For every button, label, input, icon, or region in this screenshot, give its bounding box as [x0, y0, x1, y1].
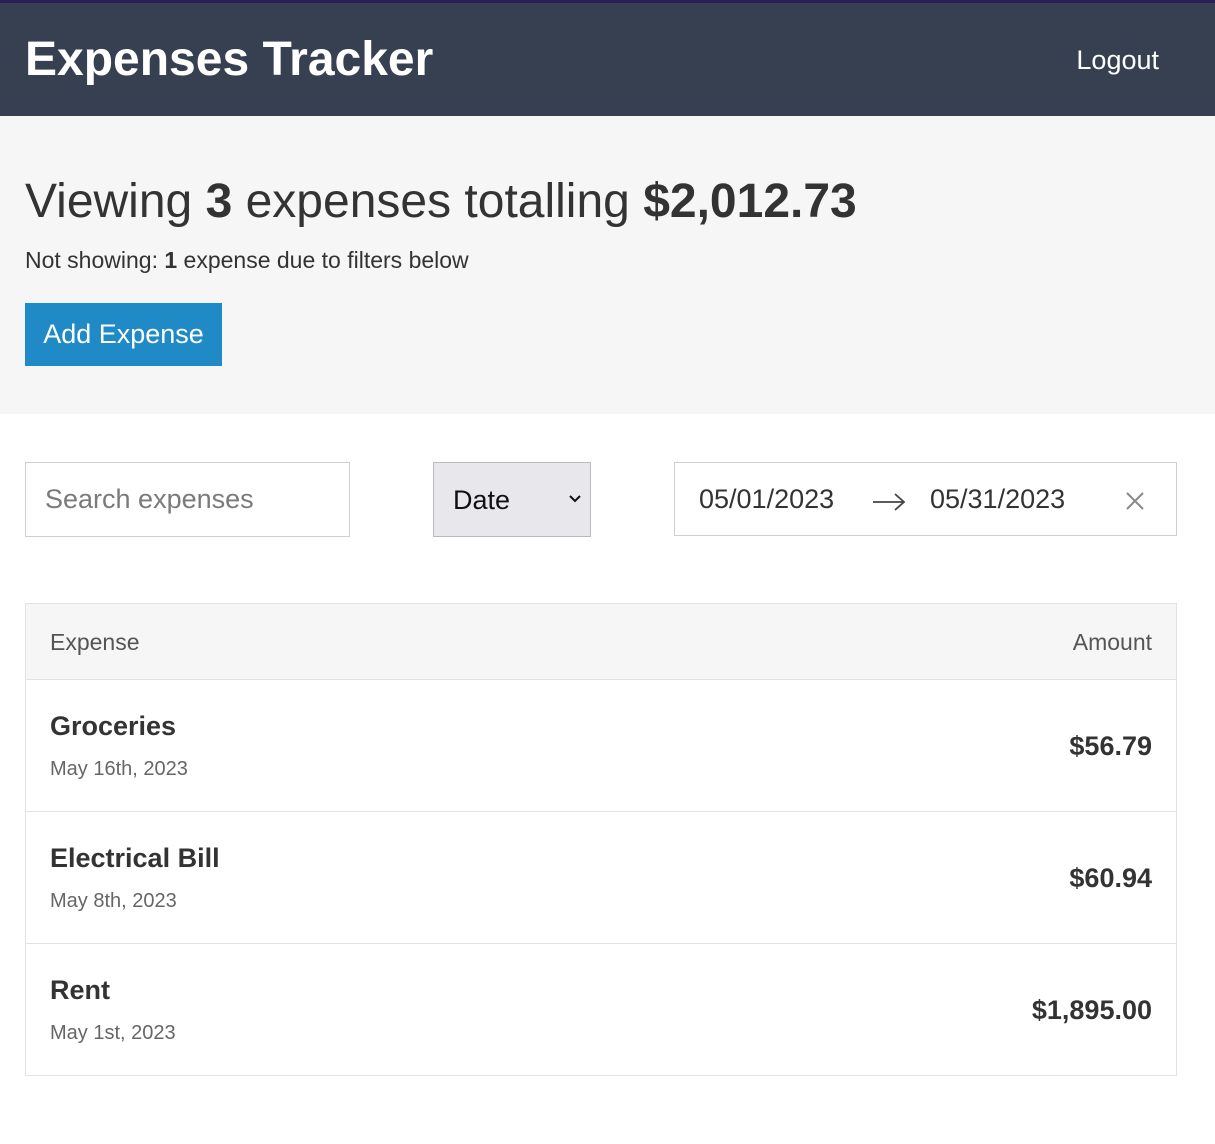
column-header-expense: Expense — [50, 629, 140, 655]
date-end-input[interactable]: 05/31/2023 — [930, 483, 1065, 515]
filter-notice: Not showing: 1 expense due to filters be… — [25, 245, 469, 275]
table-row[interactable]: Rent May 1st, 2023 $1,895.00 — [26, 944, 1176, 1076]
add-expense-button[interactable]: Add Expense — [25, 303, 222, 366]
logout-link[interactable]: Logout — [1076, 43, 1159, 77]
chevron-down-icon — [569, 495, 581, 503]
expense-name: Electrical Bill — [50, 843, 220, 873]
expense-date: May 8th, 2023 — [50, 890, 177, 912]
summary-panel: Viewing 3 expenses totalling $2,012.73 N… — [0, 116, 1215, 414]
expense-total: $2,012.73 — [643, 175, 857, 228]
search-input[interactable] — [25, 462, 350, 537]
expense-date: May 16th, 2023 — [50, 758, 188, 780]
expenses-table: Expense Amount Groceries May 16th, 2023 … — [25, 603, 1177, 1076]
hidden-count: 1 — [164, 247, 178, 273]
sort-select[interactable]: Date — [433, 462, 591, 537]
expense-amount: $60.94 — [1069, 863, 1152, 893]
summary-middle: expenses totalling — [232, 175, 644, 228]
expense-date: May 1st, 2023 — [50, 1022, 176, 1044]
expense-count: 3 — [205, 175, 233, 228]
expense-name: Groceries — [50, 711, 177, 741]
summary-prefix: Viewing — [25, 175, 206, 228]
expense-amount: $1,895.00 — [1031, 995, 1152, 1025]
column-header-amount: Amount — [1072, 629, 1152, 655]
arrow-right-icon — [873, 493, 906, 511]
filter-notice-prefix: Not showing: — [25, 247, 165, 273]
app-header: Expenses Tracker Logout — [0, 0, 1215, 116]
close-icon[interactable] — [1123, 489, 1147, 513]
table-header: Expense Amount — [26, 604, 1176, 680]
expense-amount: $56.79 — [1069, 731, 1152, 761]
table-row[interactable]: Groceries May 16th, 2023 $56.79 — [26, 680, 1176, 812]
filter-notice-suffix: expense due to filters below — [177, 247, 469, 273]
expense-name: Rent — [50, 975, 110, 1005]
date-start-input[interactable]: 05/01/2023 — [699, 483, 834, 515]
app-title: Expenses Tracker — [25, 33, 434, 86]
date-range-picker: 05/01/2023 05/31/2023 — [674, 462, 1177, 536]
table-row[interactable]: Electrical Bill May 8th, 2023 $60.94 — [26, 812, 1176, 944]
sort-selected-value: Date — [453, 485, 511, 515]
summary-heading: Viewing 3 expenses totalling $2,012.73 — [25, 174, 857, 230]
